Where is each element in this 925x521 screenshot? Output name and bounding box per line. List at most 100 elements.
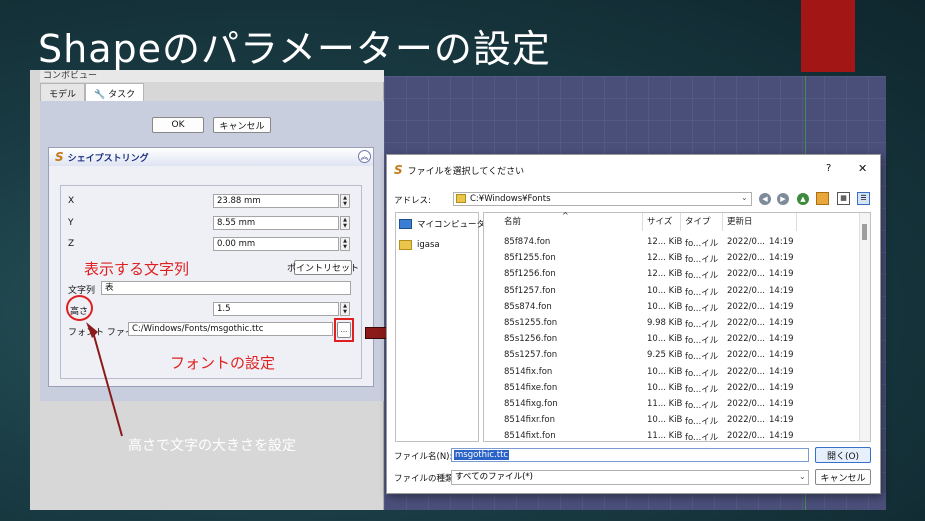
y-label: Y <box>68 218 74 228</box>
file-size-cell: 10... KiB <box>647 366 683 377</box>
filename-input[interactable]: msgothic.ttc <box>451 448 809 462</box>
file-date-cell: 2022/0... <box>727 366 766 377</box>
detail-view-icon[interactable]: ☰ <box>857 192 870 205</box>
combo-tabs: モデル 🔧 タスク <box>40 83 145 101</box>
sort-asc-icon: ^ <box>562 211 569 220</box>
address-label: アドレス: <box>394 196 431 206</box>
shapestring-icon: S <box>55 150 64 164</box>
file-type-cell: fo...イル <box>685 287 719 298</box>
ok-button[interactable]: OK <box>152 117 204 133</box>
table-row[interactable]: 8514fix.fon 10... KiB fo...イル 2022/0... 14:1… <box>484 365 872 381</box>
annotation-pointer <box>86 322 123 437</box>
scrollbar-thumb[interactable] <box>862 224 867 240</box>
cancel-button[interactable]: キャンセル <box>213 117 271 133</box>
file-date-cell: 2022/0... <box>727 237 766 247</box>
dialog-title: ファイルを選択してください <box>407 166 525 177</box>
table-row[interactable]: 85f874.fon 12... KiB fo...イル 2022/0... 14:19 <box>484 235 872 251</box>
file-name-cell: 85s874.fon <box>504 301 552 312</box>
filetype-select[interactable]: すべてのファイル(*) <box>451 470 809 485</box>
chevron-down-icon[interactable]: ⌄ <box>799 472 806 481</box>
scrollbar[interactable] <box>859 213 870 441</box>
list-view-icon[interactable]: ▦ <box>837 192 850 205</box>
file-type-cell: fo...イル <box>685 368 719 379</box>
file-type-cell: fo...イル <box>685 433 719 444</box>
table-row[interactable]: 8514fixg.fon 11... KiB fo...イル 2022/0... 14:… <box>484 397 872 413</box>
column-divider <box>722 213 723 231</box>
filename-label: ファイル名(N): <box>394 452 453 462</box>
file-time-cell: 14:19 <box>769 318 794 328</box>
file-size-cell: 9.98 KiB <box>647 318 683 328</box>
x-label: X <box>68 196 75 206</box>
file-name-cell: 85s1257.fon <box>504 350 558 361</box>
z-spinner[interactable]: ▲ ▼ <box>340 237 350 251</box>
help-button[interactable]: ? <box>826 163 831 174</box>
file-size-cell: 10... KiB <box>647 285 683 296</box>
file-size-cell: 12... KiB <box>647 237 683 247</box>
browse-button[interactable]: ... <box>337 322 351 338</box>
file-type-cell: fo...イル <box>685 255 719 266</box>
column-divider <box>796 213 797 231</box>
close-button[interactable]: ✕ <box>858 162 867 175</box>
file-size-cell: 12... KiB <box>647 253 683 264</box>
y-spinner[interactable]: ▲ ▼ <box>340 216 350 230</box>
open-button[interactable]: 開く(O) <box>815 447 871 463</box>
forward-icon[interactable]: ▶ <box>777 193 789 205</box>
height-spinner[interactable]: ▲ ▼ <box>340 302 350 316</box>
table-row[interactable]: 85f1257.fon 10... KiB fo...イル 2022/0... 14:1… <box>484 284 872 300</box>
file-time-cell: 14:19 <box>769 237 794 247</box>
table-row[interactable]: 8514fixt.fon 11... KiB fo...イル 2022/0... 14:… <box>484 429 872 445</box>
file-date-cell: 2022/0... <box>727 318 766 328</box>
x-input[interactable]: 23.88 mm <box>213 194 339 208</box>
file-type-cell: fo...イル <box>685 417 719 428</box>
file-date-cell: 2022/0... <box>727 431 766 442</box>
column-header-size[interactable]: サイズ <box>647 215 672 227</box>
back-icon[interactable]: ◀ <box>759 193 771 205</box>
table-row[interactable]: 85f1256.fon 12... KiB fo...イル 2022/0... 14:1… <box>484 267 872 283</box>
sidebar-item-igasa[interactable]: igasa <box>399 240 440 250</box>
sidebar-item-my-computer[interactable]: マイコンピュータ <box>399 218 485 230</box>
z-input[interactable]: 0.00 mm <box>213 237 339 251</box>
table-row[interactable]: 85s1256.fon 10... KiB fo...イル 2022/0... 14:1… <box>484 332 872 348</box>
file-time-cell: 14:19 <box>769 399 794 409</box>
file-type-cell: fo...イル <box>685 239 719 249</box>
column-header-date[interactable]: 更新日 <box>727 215 753 227</box>
table-row[interactable]: 8514fixe.fon 10... KiB fo...イル 2022/0... 14:… <box>484 381 872 397</box>
column-header-type[interactable]: タイプ <box>685 215 711 227</box>
table-row[interactable]: 85f1255.fon 12... KiB fo...イル 2022/0... 14:1… <box>484 251 872 267</box>
column-header-name[interactable]: 名前 <box>504 215 521 227</box>
address-bar[interactable]: C:¥Windows¥Fonts <box>453 192 752 206</box>
file-type-cell: fo...イル <box>685 384 719 395</box>
string-input[interactable]: 表 <box>101 281 351 295</box>
file-name-cell: 8514fixr.fon <box>504 415 556 426</box>
y-input[interactable]: 8.55 mm <box>213 216 339 230</box>
tab-task[interactable]: 🔧 タスク <box>85 83 145 101</box>
file-date-cell: 2022/0... <box>727 253 766 264</box>
file-size-cell: 10... KiB <box>647 382 683 393</box>
chevron-down-icon[interactable]: ⌄ <box>741 193 748 202</box>
file-date-cell: 2022/0... <box>727 399 766 409</box>
table-row[interactable]: 8514fixr.fon 10... KiB fo...イル 2022/0... 14:… <box>484 413 872 429</box>
table-row[interactable]: 85s1257.fon 9.25 KiB fo...イル 2022/0... 14:19 <box>484 348 872 364</box>
panel-title: シェイプストリング <box>67 153 149 164</box>
height-input[interactable]: 1.5 <box>213 302 339 316</box>
font-file-input[interactable]: C:/Windows/Fonts/msgothic.ttc <box>128 322 333 336</box>
folder-icon <box>456 194 466 203</box>
table-row[interactable]: 85s874.fon 10... KiB fo...イル 2022/0... 14:19 <box>484 300 872 316</box>
file-list: 名前 ^ サイズ タイプ 更新日 85f874.fon 12... KiB fo..… <box>483 211 872 445</box>
red-accent-tab <box>801 0 855 72</box>
annotation-height-note: 高さで文字の大きさを設定 <box>128 438 296 454</box>
tab-model[interactable]: モデル <box>40 83 86 101</box>
computer-icon <box>399 219 412 229</box>
file-size-cell: 10... KiB <box>647 334 683 345</box>
file-name-cell: 85f1256.fon <box>504 269 556 280</box>
table-row[interactable]: 85s1255.fon 9.98 KiB fo...イル 2022/0... 14:19 <box>484 316 872 332</box>
column-divider <box>642 213 643 231</box>
dialog-cancel-button[interactable]: キャンセル <box>815 469 871 485</box>
point-reset-button[interactable]: ポイントリセット <box>287 260 359 275</box>
x-spinner[interactable]: ▲ ▼ <box>340 194 350 208</box>
panel-header[interactable]: S シェイプストリング <box>49 148 373 166</box>
file-name-cell: 85f1255.fon <box>504 253 556 264</box>
collapse-icon[interactable]: ︽ <box>358 150 371 163</box>
new-folder-icon[interactable] <box>816 192 829 205</box>
up-icon[interactable]: ▲ <box>797 193 809 205</box>
